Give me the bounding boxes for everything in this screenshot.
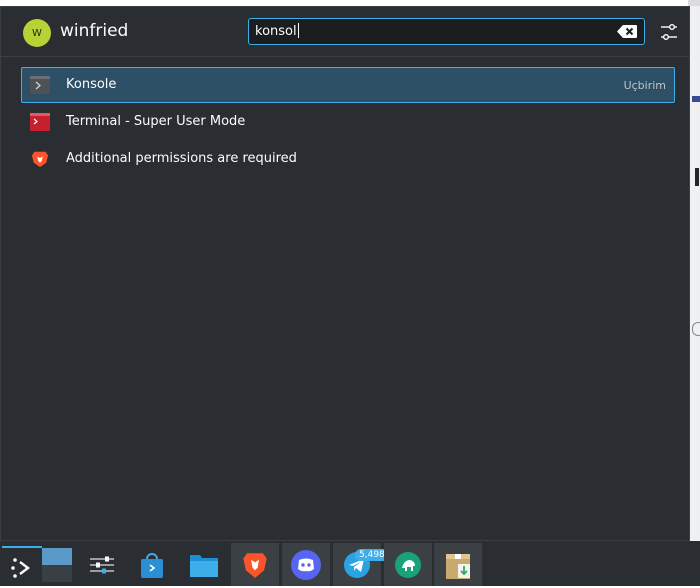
terminal-su-icon — [30, 113, 50, 131]
username: winfried — [60, 21, 129, 41]
search-text[interactable]: konsol — [255, 23, 299, 39]
store-bag-icon — [141, 552, 163, 578]
taskbar: 5,498 — [0, 541, 700, 586]
sliders-icon — [90, 556, 114, 573]
taskbar-settings[interactable] — [78, 543, 126, 586]
folder-icon — [190, 554, 218, 577]
pager-button[interactable] — [40, 543, 74, 586]
taskbar-installer[interactable] — [434, 543, 482, 586]
taskbar-discover[interactable] — [128, 543, 176, 586]
taskbar-mattermost[interactable] — [384, 543, 432, 586]
result-terminal-su[interactable]: Terminal - Super User Mode — [21, 104, 675, 140]
clear-search-icon[interactable] — [616, 24, 638, 39]
search-input[interactable]: konsol — [248, 18, 645, 45]
mattermost-icon — [395, 551, 421, 578]
launcher-header: W winfried konsol — [1, 7, 689, 57]
application-launcher-button[interactable] — [2, 546, 42, 588]
taskbar-discord[interactable] — [282, 543, 330, 586]
result-label: Terminal - Super User Mode — [66, 114, 246, 129]
result-category: Uçbirim — [623, 79, 666, 92]
result-brave-permissions[interactable]: Additional permissions are required — [21, 141, 675, 177]
desktop-pager-icon — [42, 547, 72, 582]
konsole-icon — [30, 76, 50, 94]
avatar-letter: W — [32, 27, 42, 39]
brave-icon — [31, 151, 49, 168]
result-label: Konsole — [66, 77, 117, 92]
launcher-icon — [11, 558, 30, 578]
search-results-list: Konsole Uçbirim Terminal - Super User Mo… — [21, 67, 675, 178]
discord-icon — [291, 549, 321, 580]
taskbar-files[interactable] — [180, 543, 228, 586]
result-label: Additional permissions are required — [66, 151, 297, 166]
package-install-icon — [446, 553, 470, 579]
brave-icon — [243, 552, 267, 578]
configure-sliders-icon[interactable] — [660, 22, 678, 42]
taskbar-brave[interactable] — [231, 543, 279, 586]
avatar[interactable]: W — [23, 19, 51, 47]
result-konsole[interactable]: Konsole Uçbirim — [21, 67, 675, 103]
taskbar-telegram[interactable]: 5,498 — [333, 543, 389, 586]
